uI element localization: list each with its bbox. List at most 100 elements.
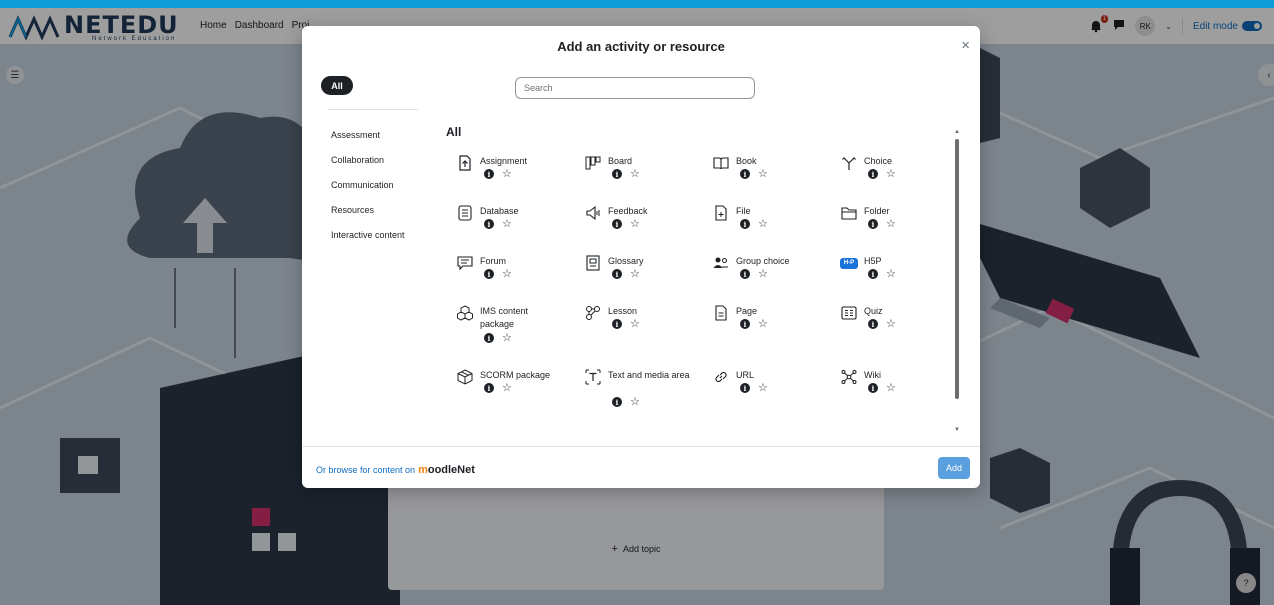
- star-icon[interactable]: ☆: [502, 269, 512, 280]
- database-icon: [456, 204, 474, 222]
- activity-actions: i ☆: [868, 269, 896, 280]
- star-icon[interactable]: ☆: [630, 269, 640, 280]
- book-icon: [712, 154, 730, 172]
- moodlenet-logo: mmoodleNetoodleNet: [418, 464, 475, 476]
- info-icon[interactable]: i: [612, 169, 622, 179]
- add-button[interactable]: Add: [938, 457, 970, 479]
- h5p-badge: H-P: [840, 257, 858, 269]
- activity-name: Assignment: [480, 156, 528, 166]
- scorm-icon: [456, 368, 474, 386]
- wiki-icon: [840, 368, 858, 386]
- star-icon[interactable]: ☆: [758, 169, 768, 180]
- star-icon[interactable]: ☆: [630, 219, 640, 230]
- info-icon[interactable]: i: [484, 269, 494, 279]
- star-icon[interactable]: ☆: [758, 383, 768, 394]
- star-icon[interactable]: ☆: [502, 169, 512, 180]
- category-communication[interactable]: Communication: [331, 179, 405, 191]
- info-icon[interactable]: i: [740, 319, 750, 329]
- activity-actions: i ☆: [740, 269, 768, 280]
- activity-name: Book: [736, 156, 757, 166]
- modal-footer-divider: [302, 446, 980, 447]
- star-icon[interactable]: ☆: [502, 333, 512, 344]
- activity-actions: i ☆: [484, 169, 512, 180]
- activity-name: URL: [736, 370, 755, 380]
- activity-actions: i ☆: [612, 219, 640, 230]
- info-icon[interactable]: i: [868, 169, 878, 179]
- info-icon[interactable]: i: [868, 219, 878, 229]
- info-icon[interactable]: i: [740, 383, 750, 393]
- category-collaboration[interactable]: Collaboration: [331, 154, 405, 166]
- ims-package-icon: [456, 304, 474, 322]
- activity-actions: i ☆: [484, 333, 512, 344]
- url-icon: [712, 368, 730, 386]
- browse-text: Or browse for content on: [316, 465, 416, 475]
- activity-actions: i ☆: [740, 383, 768, 394]
- info-icon[interactable]: i: [612, 219, 622, 229]
- activity-name: SCORM package: [480, 370, 551, 380]
- star-icon[interactable]: ☆: [502, 383, 512, 394]
- info-icon[interactable]: i: [484, 169, 494, 179]
- activity-name: Glossary: [608, 256, 644, 266]
- star-icon[interactable]: ☆: [502, 219, 512, 230]
- tab-all[interactable]: All: [321, 76, 353, 95]
- activity-name: File: [736, 206, 751, 216]
- star-icon[interactable]: ☆: [630, 319, 640, 330]
- quiz-icon: [840, 304, 858, 322]
- activity-actions: i ☆: [484, 219, 512, 230]
- info-icon[interactable]: i: [612, 397, 622, 407]
- info-icon[interactable]: i: [484, 219, 494, 229]
- activity-name: Group choice: [736, 256, 790, 266]
- info-icon[interactable]: i: [868, 269, 878, 279]
- section-title: All: [446, 125, 462, 139]
- category-list: Assessment Collaboration Communication R…: [331, 129, 405, 241]
- activity-actions: i ☆: [612, 319, 640, 330]
- star-icon[interactable]: ☆: [886, 319, 896, 330]
- modal-title: Add an activity or resource: [557, 39, 725, 54]
- activity-list-scrollbar[interactable]: ▲ ▼: [953, 129, 961, 434]
- choice-icon: [840, 154, 858, 172]
- info-icon[interactable]: i: [612, 319, 622, 329]
- star-icon[interactable]: ☆: [758, 269, 768, 280]
- star-icon[interactable]: ☆: [886, 269, 896, 280]
- info-icon[interactable]: i: [484, 383, 494, 393]
- info-icon[interactable]: i: [740, 269, 750, 279]
- category-interactive-content[interactable]: Interactive content: [331, 229, 405, 241]
- activity-name: Feedback: [608, 206, 648, 216]
- star-icon[interactable]: ☆: [886, 219, 896, 230]
- category-resources[interactable]: Resources: [331, 204, 405, 216]
- activity-name: Choice: [864, 156, 893, 166]
- activity-name: H5P: [864, 256, 882, 266]
- moodlenet-logo-mark: m: [418, 464, 428, 476]
- file-icon: [712, 204, 730, 222]
- star-icon[interactable]: ☆: [758, 319, 768, 330]
- browse-moodlenet-link[interactable]: Or browse for content on mmoodleNetoodle…: [316, 464, 475, 476]
- star-icon[interactable]: ☆: [630, 169, 640, 180]
- info-icon[interactable]: i: [868, 319, 878, 329]
- scroll-down-arrow-icon[interactable]: ▼: [954, 427, 960, 433]
- info-icon[interactable]: i: [740, 219, 750, 229]
- activity-name: Folder: [864, 206, 890, 216]
- activity-name: Quiz: [864, 306, 883, 316]
- info-icon[interactable]: i: [868, 383, 878, 393]
- feedback-icon: [584, 204, 602, 222]
- activity-actions: i ☆: [740, 169, 768, 180]
- activity-name: Forum: [480, 256, 507, 266]
- category-assessment[interactable]: Assessment: [331, 129, 405, 141]
- activity-name: Text and media area: [608, 370, 690, 380]
- activity-actions: i ☆: [612, 269, 640, 280]
- star-icon[interactable]: ☆: [886, 169, 896, 180]
- star-icon[interactable]: ☆: [886, 383, 896, 394]
- close-icon[interactable]: ×: [961, 38, 970, 53]
- search-input[interactable]: [515, 77, 755, 99]
- scroll-up-arrow-icon[interactable]: ▲: [954, 129, 960, 135]
- info-icon[interactable]: i: [612, 269, 622, 279]
- info-icon[interactable]: i: [484, 333, 494, 343]
- activity-name: Lesson: [608, 306, 638, 316]
- scroll-thumb[interactable]: [955, 139, 959, 399]
- star-icon[interactable]: ☆: [758, 219, 768, 230]
- assignment-icon: [456, 154, 474, 172]
- activity-actions: i ☆: [740, 319, 768, 330]
- star-icon[interactable]: ☆: [630, 397, 640, 408]
- h5p-icon: H-P: [840, 254, 858, 272]
- info-icon[interactable]: i: [740, 169, 750, 179]
